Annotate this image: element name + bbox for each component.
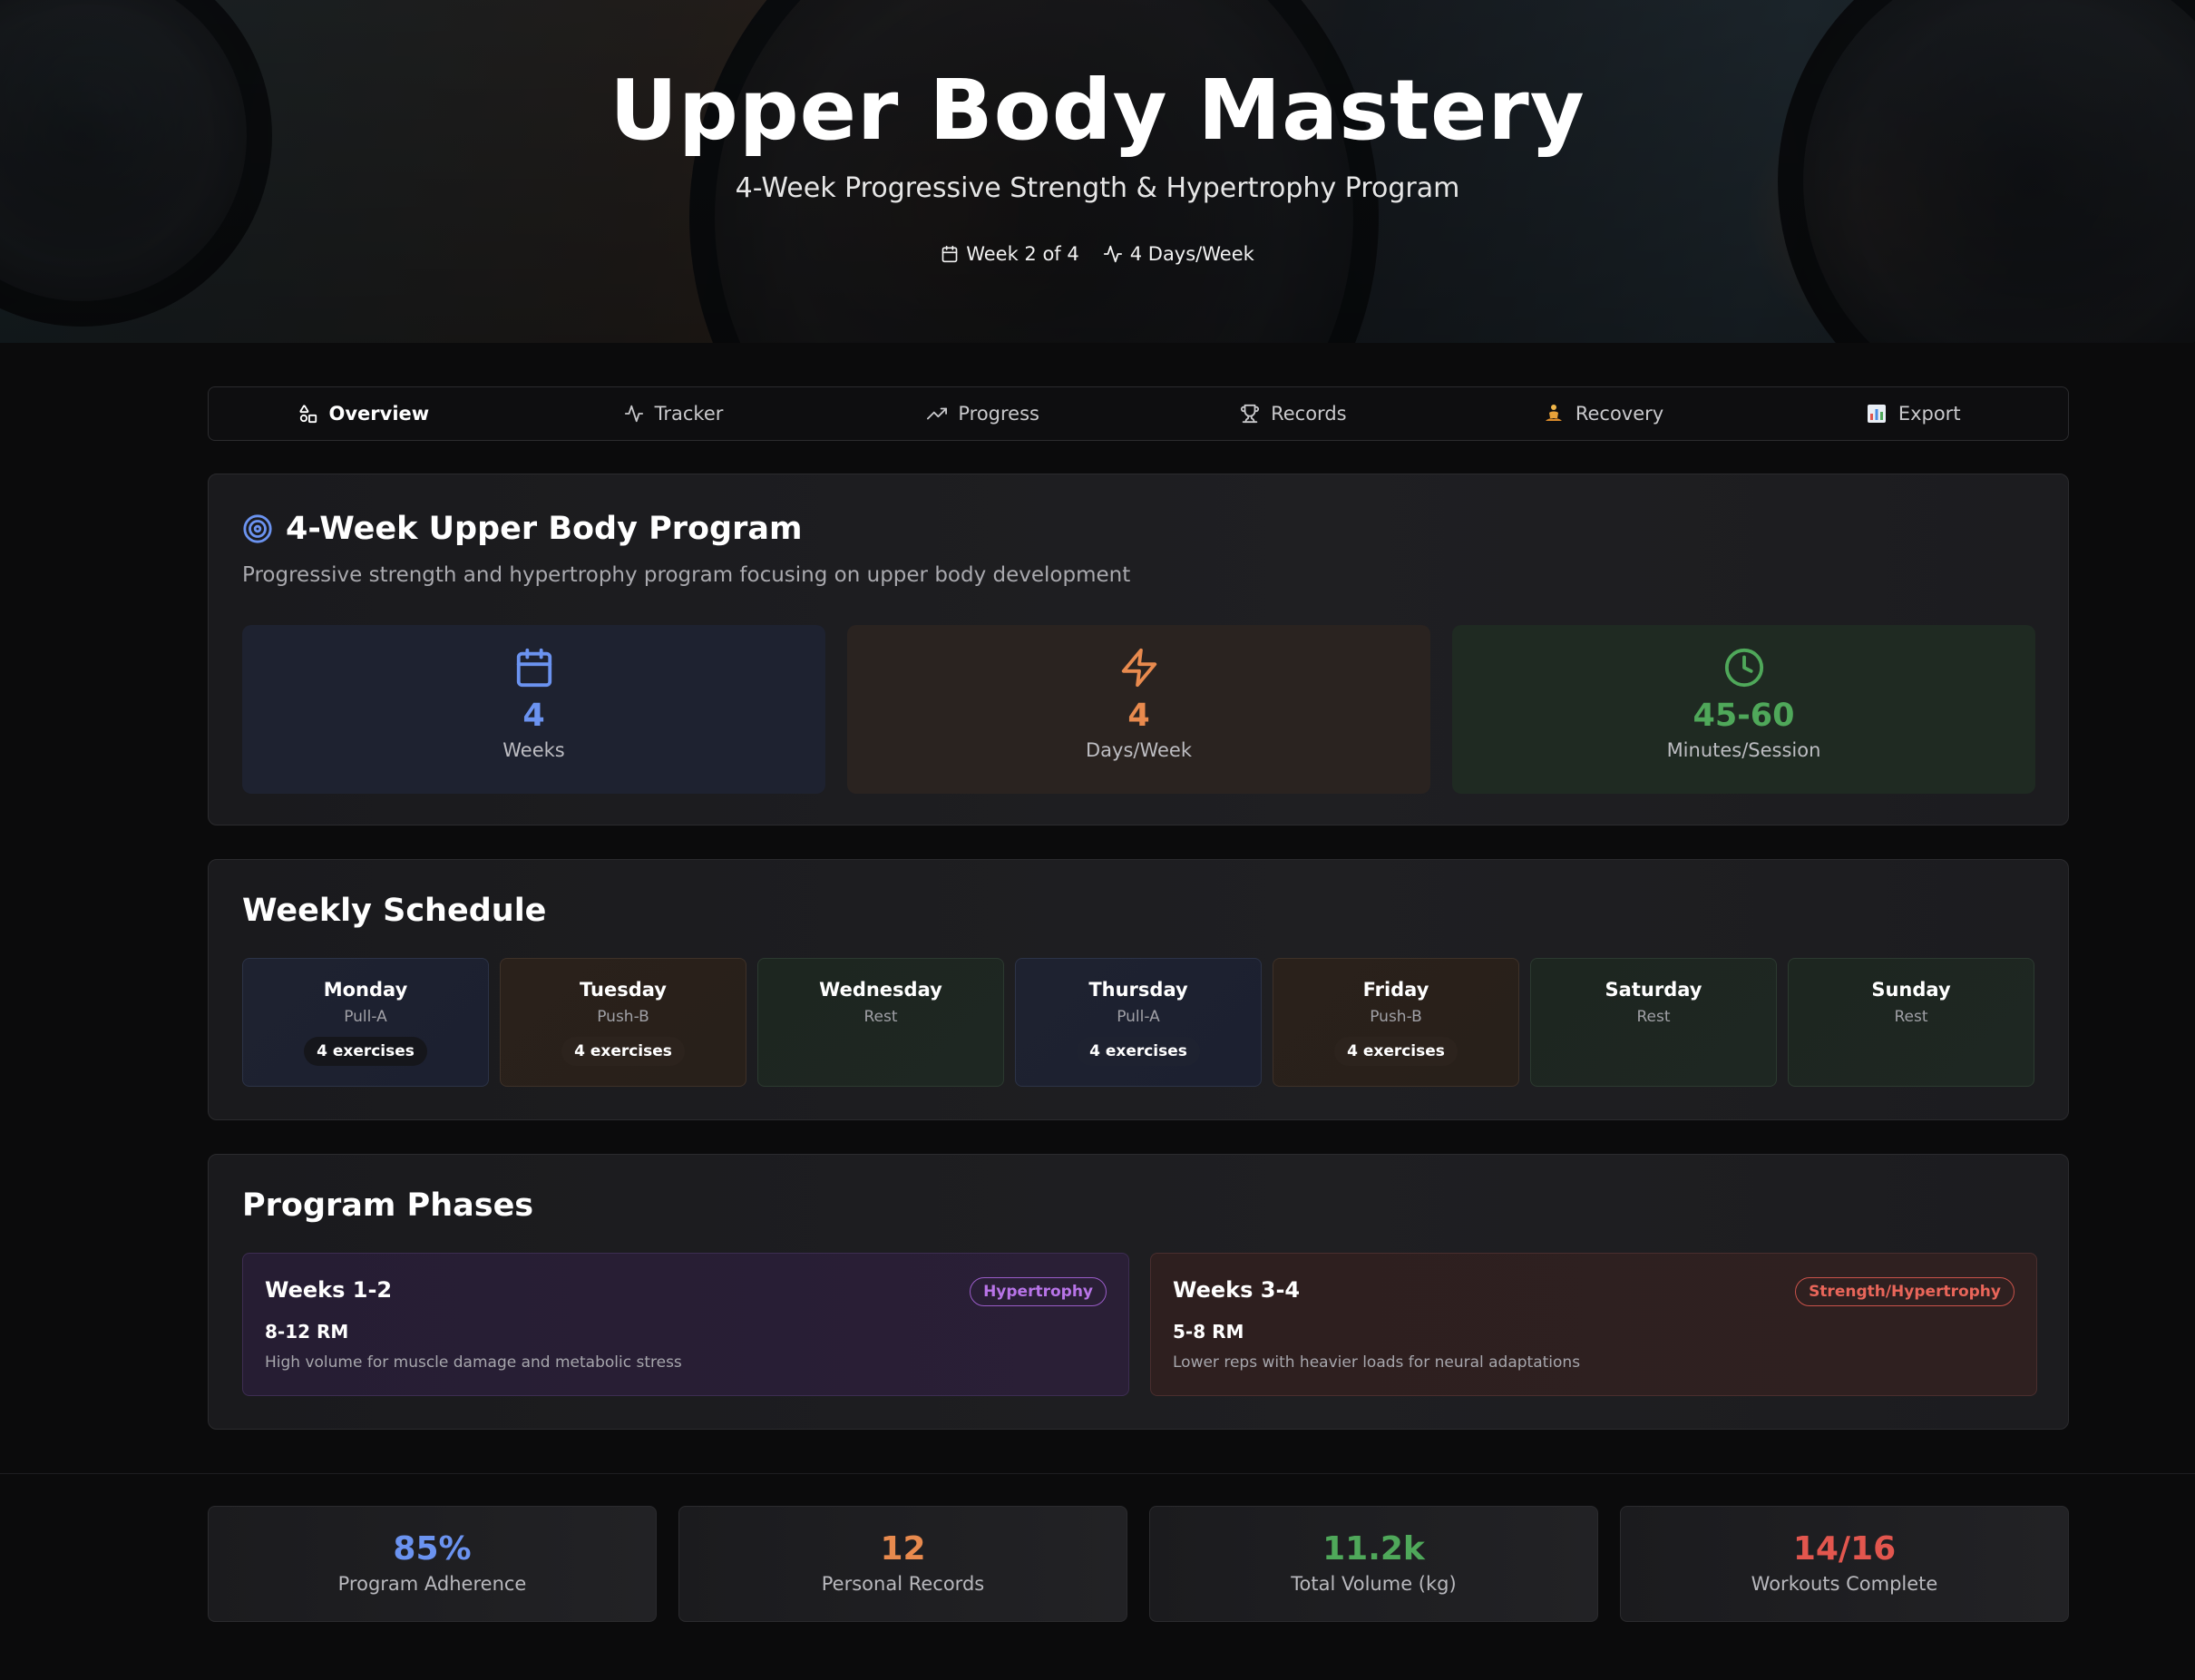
- phase-weeks: Weeks 3-4: [1173, 1277, 1301, 1303]
- day-name: Monday: [323, 979, 408, 1001]
- phase-description: Lower reps with heavier loads for neural…: [1173, 1353, 1581, 1372]
- stat-weeks-value: 4: [522, 698, 545, 734]
- exercise-count-badge: 4 exercises: [1077, 1037, 1200, 1066]
- day-workout-type: Push-B: [597, 1008, 649, 1026]
- stat-days-label: Days/Week: [1085, 739, 1193, 761]
- page-title: Upper Body Mastery: [610, 62, 1585, 159]
- tab-tracker-label: Tracker: [654, 403, 724, 425]
- stat-weeks-label: Weeks: [502, 739, 565, 761]
- footer-stat-value: 12: [880, 1530, 926, 1568]
- footer-stat-value: 14/16: [1792, 1530, 1897, 1568]
- phase-rep-range: 5-8 RM: [1173, 1321, 1244, 1343]
- day-card-tuesday[interactable]: Tuesday Push-B 4 exercises: [500, 958, 746, 1087]
- footer-stat-personal-records: 12 Personal Records: [678, 1506, 1127, 1622]
- day-card-wednesday[interactable]: Wednesday Rest: [757, 958, 1004, 1087]
- exercise-count-badge: 4 exercises: [1334, 1037, 1458, 1066]
- hero-banner: Upper Body Mastery 4-Week Progressive St…: [0, 0, 2195, 343]
- footer-stat-label: Personal Records: [821, 1573, 985, 1595]
- tab-export-label: Export: [1897, 403, 1961, 425]
- bar-chart-emoji-icon: [1867, 405, 1886, 423]
- calendar-icon: [516, 648, 551, 688]
- tab-overview-label: Overview: [328, 403, 430, 425]
- tab-records[interactable]: Records: [1138, 387, 1449, 440]
- day-name: Wednesday: [819, 979, 942, 1001]
- tab-export[interactable]: Export: [1758, 387, 2068, 440]
- day-name: Tuesday: [580, 979, 667, 1001]
- page-subtitle: 4-Week Progressive Strength & Hypertroph…: [735, 172, 1460, 204]
- activity-icon: [624, 405, 643, 423]
- tab-tracker[interactable]: Tracker: [519, 387, 829, 440]
- program-header: 4-Week Upper Body Program: [242, 511, 802, 547]
- schedule-title: Weekly Schedule: [242, 893, 547, 929]
- trending-up-icon: [927, 407, 948, 420]
- program-phases-card: Program Phases Weeks 1-2 Hypertrophy 8-1…: [208, 1154, 2069, 1430]
- phase-type-badge: Strength/Hypertrophy: [1795, 1277, 2015, 1306]
- days-per-week-label: 4 Days/Week: [1129, 243, 1254, 265]
- day-name: Saturday: [1605, 979, 1702, 1001]
- footer-stat-value: 85%: [393, 1530, 472, 1568]
- day-workout-type: Rest: [863, 1008, 898, 1026]
- day-name: Friday: [1362, 979, 1429, 1001]
- clock-icon: [1724, 648, 1763, 688]
- phase-rep-range: 8-12 RM: [265, 1321, 349, 1343]
- day-workout-type: Pull-A: [344, 1008, 387, 1026]
- stat-days-value: 4: [1127, 698, 1150, 734]
- day-workout-type: Rest: [1894, 1008, 1928, 1026]
- phase-weeks: Weeks 1-2: [265, 1277, 393, 1303]
- program-description: Progressive strength and hypertrophy pro…: [242, 563, 1131, 587]
- target-icon: [243, 514, 272, 543]
- exercise-count-badge: 4 exercises: [304, 1037, 427, 1066]
- zap-icon: [1121, 648, 1156, 688]
- footer-stat-label: Workouts Complete: [1751, 1573, 1938, 1595]
- phase-card-weeks-3-4: Weeks 3-4 Strength/Hypertrophy 5-8 RM Lo…: [1150, 1253, 2037, 1396]
- day-card-monday[interactable]: Monday Pull-A 4 exercises: [242, 958, 489, 1087]
- hero-meta: Week 2 of 4 4 Days/Week: [0, 243, 2195, 265]
- week-progress-label: Week 2 of 4: [966, 243, 1079, 265]
- day-name: Thursday: [1088, 979, 1188, 1001]
- footer-stat-workouts-complete: 14/16 Workouts Complete: [1620, 1506, 2069, 1622]
- phase-description: High volume for muscle damage and metabo…: [265, 1353, 682, 1372]
- trophy-icon: [1241, 404, 1260, 424]
- day-workout-type: Pull-A: [1117, 1008, 1160, 1026]
- stat-minutes-value: 45-60: [1693, 698, 1795, 734]
- day-card-friday[interactable]: Friday Push-B 4 exercises: [1273, 958, 1519, 1087]
- tab-recovery-label: Recovery: [1575, 403, 1664, 425]
- day-card-thursday[interactable]: Thursday Pull-A 4 exercises: [1015, 958, 1262, 1087]
- phase-type-badge: Hypertrophy: [970, 1277, 1107, 1306]
- program-overview-card: 4-Week Upper Body Program Progressive st…: [208, 474, 2069, 825]
- day-workout-type: Push-B: [1370, 1008, 1422, 1026]
- exercise-count-badge: 4 exercises: [561, 1037, 685, 1066]
- footer-divider: [0, 1473, 2195, 1474]
- day-workout-type: Rest: [1636, 1008, 1671, 1026]
- main-tabs: Overview Tracker Progress Records Recove…: [208, 386, 2069, 441]
- day-name: Sunday: [1871, 979, 1951, 1001]
- phases-title: Program Phases: [242, 1187, 534, 1224]
- tab-recovery[interactable]: Recovery: [1449, 387, 1759, 440]
- hero-shade: [0, 0, 2195, 343]
- stat-minutes-label: Minutes/Session: [1666, 739, 1821, 761]
- stat-days-per-week: 4 Days/Week: [847, 625, 1430, 794]
- days-per-week: 4 Days/Week: [1103, 243, 1254, 265]
- tab-progress[interactable]: Progress: [828, 387, 1138, 440]
- footer-stat-value: 11.2k: [1322, 1530, 1425, 1568]
- phase-card-weeks-1-2: Weeks 1-2 Hypertrophy 8-12 RM High volum…: [242, 1253, 1129, 1396]
- tab-records-label: Records: [1271, 403, 1347, 425]
- program-title: 4-Week Upper Body Program: [286, 511, 803, 547]
- day-card-sunday[interactable]: Sunday Rest: [1788, 958, 2034, 1087]
- week-progress: Week 2 of 4: [941, 243, 1079, 265]
- meditation-emoji-icon: [1545, 405, 1562, 421]
- footer-stat-total-volume: 11.2k Total Volume (kg): [1149, 1506, 1598, 1622]
- footer-stat-label: Program Adherence: [337, 1573, 527, 1595]
- stat-weeks: 4 Weeks: [242, 625, 825, 794]
- calendar-icon: [941, 245, 958, 263]
- tab-progress-label: Progress: [958, 403, 1039, 425]
- footer-stat-adherence: 85% Program Adherence: [208, 1506, 657, 1622]
- footer-stat-label: Total Volume (kg): [1291, 1573, 1457, 1595]
- day-card-saturday[interactable]: Saturday Rest: [1530, 958, 1777, 1087]
- activity-icon: [1103, 245, 1122, 263]
- stat-minutes: 45-60 Minutes/Session: [1452, 625, 2035, 794]
- weekly-schedule-card: Weekly Schedule Monday Pull-A 4 exercise…: [208, 859, 2069, 1120]
- shapes-icon: [298, 405, 317, 424]
- tab-overview[interactable]: Overview: [209, 387, 519, 440]
